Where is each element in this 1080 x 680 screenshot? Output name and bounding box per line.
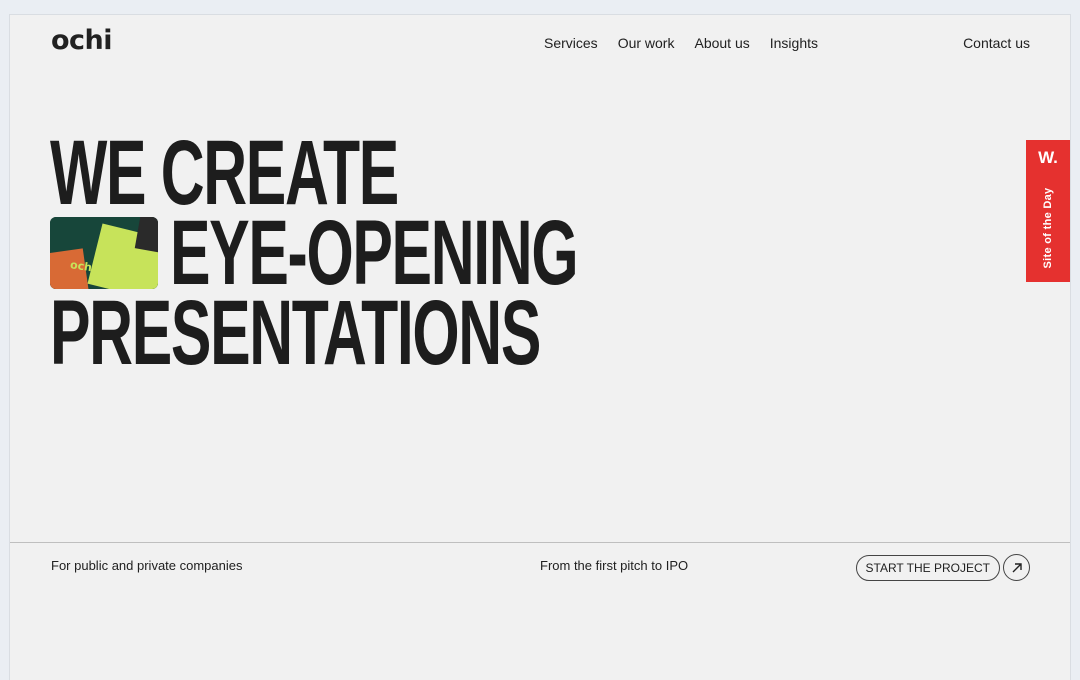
award-label: Site of the Day [1042, 187, 1054, 269]
headline-line-2: ochi ochi EYE-OPENING [50, 202, 792, 304]
presentation-thumbnail-image: ochi ochi [50, 217, 158, 289]
arrow-up-right-icon [1012, 562, 1022, 572]
logo-text: ochi [51, 25, 113, 56]
site-of-the-day-badge[interactable]: W. Site of the Day [1026, 140, 1070, 282]
hero-headline: WE CREATE ochi ochi EYE-OPENING PRESENTA… [50, 122, 792, 384]
start-project-cta[interactable]: START THE PROJECT [855, 554, 1030, 581]
nav-item-about-us[interactable]: About us [694, 35, 749, 51]
headline-line-3: PRESENTATIONS [50, 282, 792, 384]
nav-item-insights[interactable]: Insights [770, 35, 818, 51]
start-project-arrow-button[interactable] [1003, 554, 1030, 581]
nav-item-services[interactable]: Services [544, 35, 598, 51]
headline-text-2: EYE-OPENING [170, 202, 579, 304]
page-frame: ochi Services Our work About us Insights… [9, 14, 1071, 680]
nav-item-our-work[interactable]: Our work [618, 35, 675, 51]
headline-text-1: WE CREATE [50, 122, 399, 224]
headline-text-3: PRESENTATIONS [50, 282, 541, 384]
main-nav: Services Our work About us Insights [544, 35, 818, 51]
awwards-mark: W. [1038, 148, 1058, 167]
tagline-ipo: From the first pitch to IPO [540, 558, 689, 573]
start-project-button[interactable]: START THE PROJECT [855, 554, 1000, 581]
headline-line-1: WE CREATE [50, 122, 792, 224]
ochi-logo[interactable]: ochi [51, 25, 113, 56]
nav-item-contact-us[interactable]: Contact us [963, 35, 1030, 51]
tagline-companies: For public and private companies [51, 558, 243, 573]
section-divider [10, 542, 1070, 543]
